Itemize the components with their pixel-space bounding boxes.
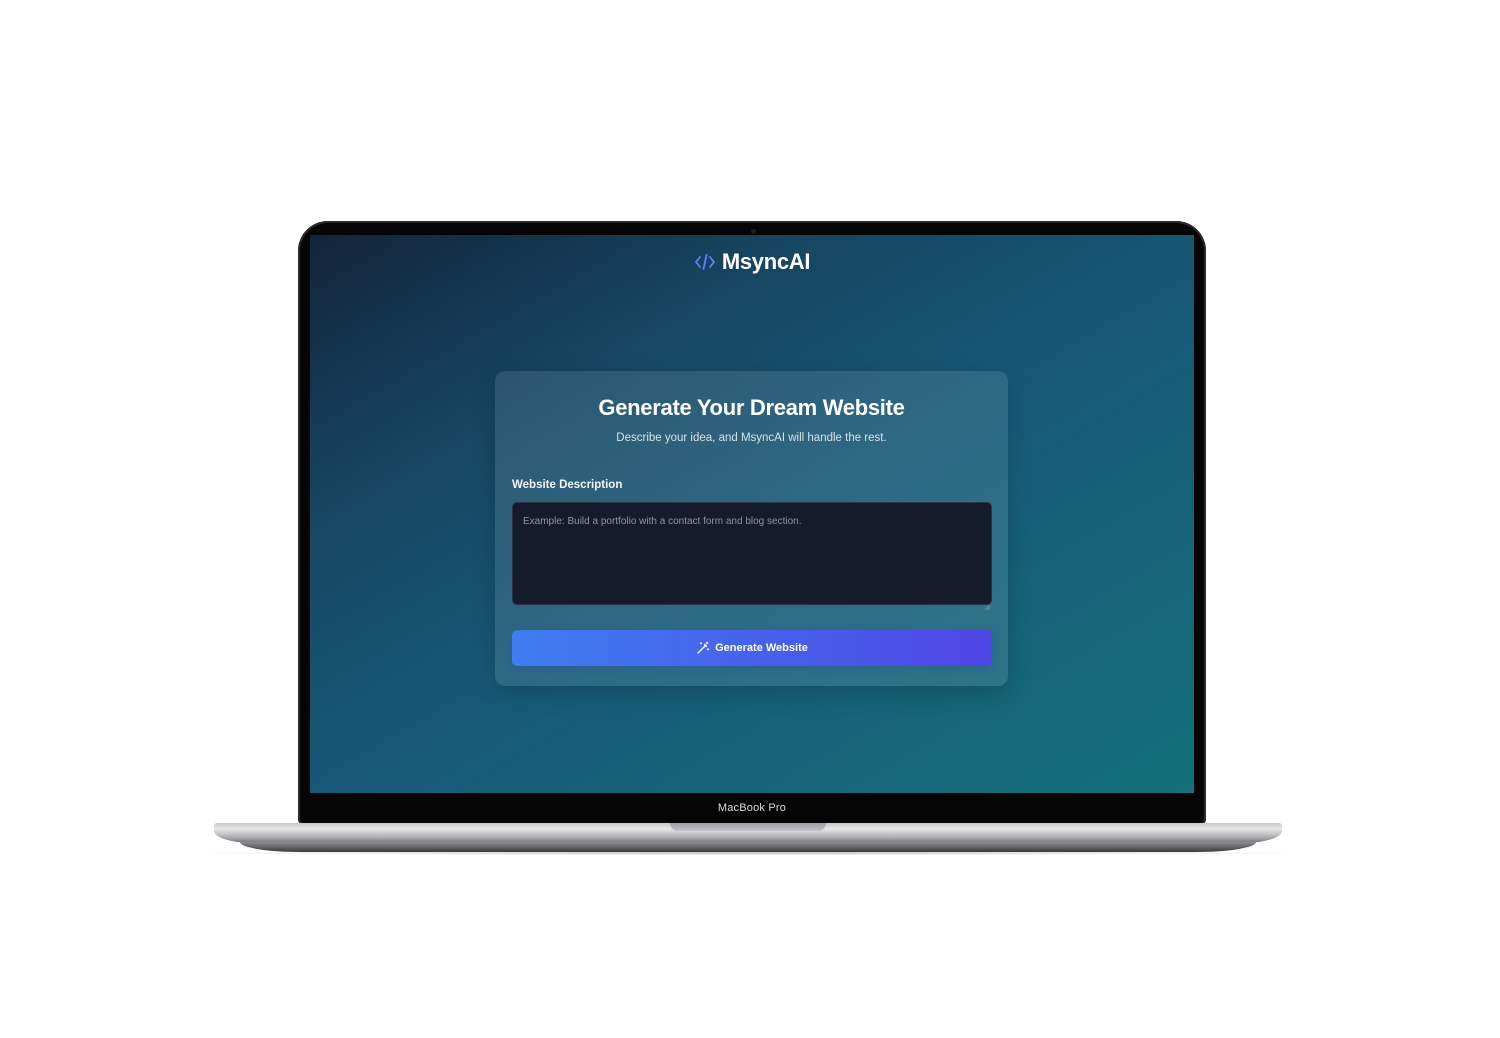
code-brackets-icon <box>694 253 716 271</box>
brand-name: MsyncAI <box>721 249 811 274</box>
generator-card: Generate Your Dream Website Describe you… <box>495 371 1008 686</box>
device-label: MacBook Pro <box>717 802 787 814</box>
camera-dot <box>751 229 756 234</box>
generate-website-button[interactable]: Generate Website <box>512 630 992 666</box>
generate-button-label: Generate Website <box>715 642 808 654</box>
resize-grip-icon[interactable] <box>984 597 991 611</box>
brand-header: MsyncAI <box>310 249 1194 275</box>
description-textarea[interactable] <box>512 502 992 605</box>
laptop-shadow <box>205 851 1291 855</box>
app-screen: MsyncAI Generate Your Dream Website Desc… <box>310 235 1194 793</box>
page-subtitle: Describe your idea, and MsyncAI will han… <box>616 432 887 444</box>
description-label: Website Description <box>512 479 623 491</box>
mockup-stage: MsyncAI Generate Your Dream Website Desc… <box>0 0 1500 1038</box>
magic-wand-icon <box>696 641 710 655</box>
page-title: Generate Your Dream Website <box>598 395 905 420</box>
laptop-notch <box>670 823 826 831</box>
